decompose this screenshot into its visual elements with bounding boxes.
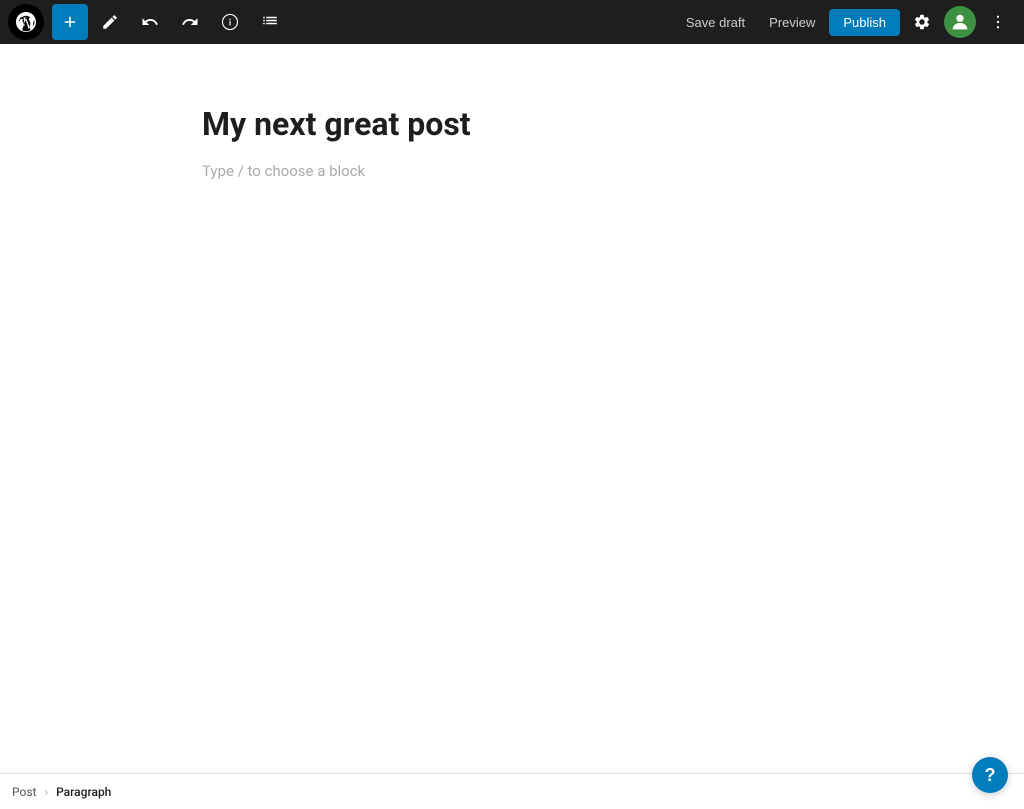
editor-area: My next great post Type / to choose a bl… — [0, 44, 1024, 773]
more-options-button[interactable] — [980, 4, 1016, 40]
bottom-bar: Post › Paragraph — [0, 773, 1024, 809]
undo-icon — [141, 13, 159, 31]
details-button[interactable] — [212, 4, 248, 40]
list-view-button[interactable] — [252, 4, 288, 40]
publish-button[interactable]: Publish — [829, 9, 900, 36]
preview-button[interactable]: Preview — [759, 9, 825, 36]
more-vertical-icon — [989, 13, 1007, 31]
save-draft-button[interactable]: Save draft — [676, 9, 755, 36]
help-button[interactable]: ? — [972, 757, 1008, 793]
breadcrumb-separator: › — [44, 785, 48, 799]
wp-logo[interactable] — [8, 4, 44, 40]
block-placeholder[interactable]: Type / to choose a block — [202, 162, 822, 180]
post-title[interactable]: My next great post — [202, 104, 822, 146]
toolbar: Save draft Preview Publish — [0, 0, 1024, 44]
breadcrumb-post[interactable]: Post — [12, 785, 36, 799]
breadcrumb-current: Paragraph — [56, 785, 111, 799]
redo-icon — [181, 13, 199, 31]
tools-button[interactable] — [92, 4, 128, 40]
list-view-icon — [261, 13, 279, 31]
gear-icon — [913, 13, 931, 31]
toolbar-right: Save draft Preview Publish — [676, 4, 1016, 40]
plus-icon — [61, 13, 79, 31]
undo-button[interactable] — [132, 4, 168, 40]
toolbar-left — [8, 4, 672, 40]
redo-button[interactable] — [172, 4, 208, 40]
add-block-button[interactable] — [52, 4, 88, 40]
settings-button[interactable] — [904, 4, 940, 40]
avatar-icon — [949, 11, 971, 33]
user-avatar[interactable] — [944, 6, 976, 38]
editor-content: My next great post Type / to choose a bl… — [202, 104, 822, 180]
info-icon — [221, 13, 239, 31]
edit-icon — [101, 13, 119, 31]
wordpress-icon — [14, 10, 38, 34]
